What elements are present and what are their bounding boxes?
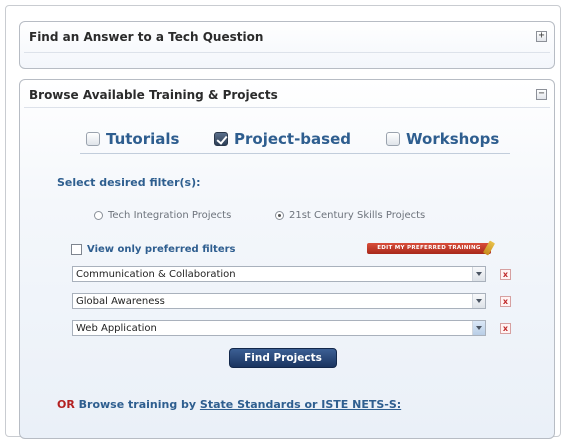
chevron-down-icon[interactable] — [472, 294, 485, 308]
preferred-filters-checkbox[interactable] — [71, 244, 82, 255]
remove-filter-1-button[interactable]: x — [500, 269, 511, 280]
radio-21st-century[interactable]: 21st Century Skills Projects — [275, 210, 425, 221]
project-based-checkbox[interactable] — [214, 132, 228, 146]
panel-divider — [24, 52, 550, 53]
collapse-icon[interactable]: − — [536, 89, 547, 100]
filter-select-2[interactable]: Global Awareness — [72, 293, 486, 309]
select-value: Communication & Collaboration — [76, 269, 236, 280]
tab-label: Tutorials — [106, 130, 180, 148]
tab-workshops[interactable]: Workshops — [386, 128, 499, 150]
expand-icon[interactable]: + — [536, 31, 547, 42]
tech-question-panel: Find an Answer to a Tech Question + — [19, 21, 555, 69]
radio-tech-integration[interactable]: Tech Integration Projects — [94, 210, 231, 221]
chevron-down-icon[interactable] — [472, 267, 485, 281]
radio-button[interactable] — [94, 211, 103, 220]
tab-project-based[interactable]: Project-based — [214, 128, 351, 150]
filter-heading: Select desired filter(s): — [57, 176, 201, 189]
select-value: Web Application — [76, 323, 157, 334]
filter-select-3[interactable]: Web Application — [72, 320, 486, 336]
tab-label: Project-based — [234, 130, 351, 148]
browse-by-standards: OR Browse training by State Standards or… — [57, 398, 401, 411]
tab-label: Workshops — [406, 130, 500, 148]
edit-preferred-training-button[interactable]: EDIT MY PREFERRED TRAINING — [367, 243, 491, 254]
browse-text: Browse training by — [74, 398, 200, 411]
training-type-tabs: Tutorials Project-based Workshops — [80, 128, 510, 154]
remove-filter-3-button[interactable]: x — [500, 323, 511, 334]
remove-filter-2-button[interactable]: x — [500, 296, 511, 307]
tab-tutorials[interactable]: Tutorials — [86, 128, 179, 150]
standards-link[interactable]: State Standards or ISTE NETS-S: — [200, 398, 401, 411]
select-value: Global Awareness — [76, 296, 165, 307]
browse-training-panel: Browse Available Training & Projects − T… — [19, 79, 555, 439]
tech-question-title[interactable]: Find an Answer to a Tech Question — [29, 30, 263, 44]
panel-divider — [24, 107, 550, 108]
page-frame: Find an Answer to a Tech Question + Brow… — [5, 5, 561, 439]
preferred-filters-option[interactable]: View only preferred filters — [71, 244, 236, 255]
chevron-down-icon[interactable] — [472, 321, 485, 335]
filter-select-1[interactable]: Communication & Collaboration — [72, 266, 486, 282]
workshops-checkbox[interactable] — [386, 132, 400, 146]
tutorials-checkbox[interactable] — [86, 132, 100, 146]
radio-label: 21st Century Skills Projects — [289, 210, 426, 221]
radio-button[interactable] — [275, 211, 284, 220]
browse-training-title[interactable]: Browse Available Training & Projects — [29, 88, 278, 102]
preferred-filters-label: View only preferred filters — [87, 244, 236, 255]
or-label: OR — [57, 398, 75, 411]
find-projects-button[interactable]: Find Projects — [229, 348, 337, 368]
radio-label: Tech Integration Projects — [108, 210, 232, 221]
